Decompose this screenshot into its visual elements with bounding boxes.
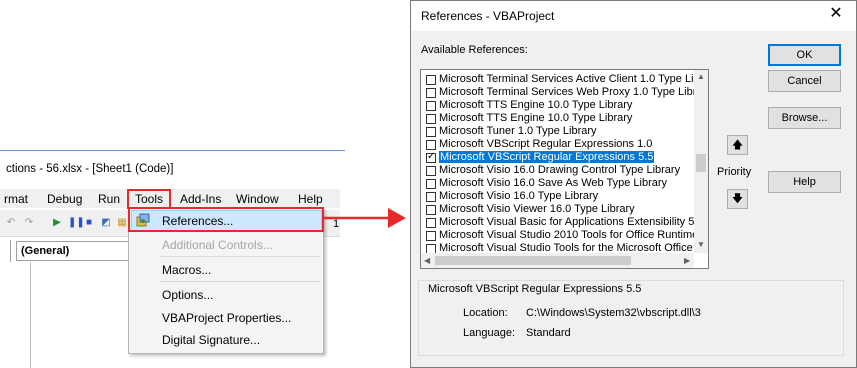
close-icon[interactable]: ✕ — [827, 5, 845, 23]
menu-help[interactable]: Help — [298, 192, 323, 206]
reference-label: Microsoft Terminal Services Active Clien… — [439, 73, 700, 85]
reference-label: Microsoft Visual Basic for Applications … — [439, 216, 704, 228]
design-mode-icon[interactable]: ◩ — [101, 218, 111, 228]
language-label: Language: — [463, 327, 515, 339]
menu-debug[interactable]: Debug — [47, 192, 82, 206]
reference-label: Microsoft Tuner 1.0 Type Library — [439, 125, 597, 137]
break-icon[interactable]: ❚❚ — [68, 218, 85, 228]
menu-separator — [160, 281, 320, 282]
project-explorer-icon[interactable]: ▦ — [117, 218, 127, 228]
reference-label: Microsoft TTS Engine 10.0 Type Library — [439, 99, 633, 111]
reference-checkbox[interactable] — [426, 179, 436, 189]
reference-checkbox[interactable] — [426, 151, 436, 163]
reset-icon[interactable]: ■ — [84, 218, 94, 228]
object-combo[interactable]: (General) — [16, 241, 134, 261]
priority-label: Priority — [717, 166, 752, 178]
help-button[interactable]: Help — [768, 171, 841, 193]
code-margin — [10, 262, 31, 368]
reference-checkbox[interactable] — [426, 114, 436, 124]
reference-checkbox[interactable] — [426, 231, 436, 241]
reference-checkbox[interactable] — [426, 192, 436, 202]
reference-checkbox[interactable] — [426, 88, 436, 98]
reference-label: Microsoft Visio 16.0 Drawing Control Typ… — [439, 164, 681, 176]
scroll-up-icon[interactable]: ▲ — [697, 72, 705, 82]
selected-reference-name: Microsoft VBScript Regular Expressions 5… — [428, 283, 642, 295]
horizontal-scroll-thumb[interactable] — [435, 256, 631, 265]
reference-label: Microsoft Terminal Services Web Proxy 1.… — [439, 86, 703, 98]
run-icon[interactable]: ▶ — [52, 218, 62, 228]
reference-label: Microsoft Visio Viewer 16.0 Type Library — [439, 203, 635, 215]
menu-item-options[interactable]: Options... — [162, 288, 213, 302]
scroll-right-icon[interactable]: ▶ — [684, 256, 690, 266]
language-value: Standard — [526, 327, 571, 339]
vbe-window-border — [0, 150, 345, 151]
scroll-left-icon[interactable]: ◀ — [424, 256, 430, 266]
reference-checkbox[interactable] — [426, 101, 436, 111]
reference-label: Microsoft Visual Studio 2010 Tools for O… — [439, 229, 699, 241]
reference-label: Microsoft VBScript Regular Expressions 5… — [439, 151, 655, 163]
menu-separator — [160, 256, 320, 257]
redo-icon[interactable]: ↷ — [24, 218, 34, 228]
vertical-scroll-thumb[interactable] — [696, 154, 706, 172]
reference-checkbox[interactable] — [426, 140, 436, 150]
reference-label: Microsoft VBScript Regular Expressions 1… — [439, 138, 653, 150]
references-highlight-box — [128, 207, 324, 232]
reference-checkbox[interactable] — [426, 205, 436, 215]
menu-format[interactable]: rmat — [4, 192, 28, 206]
red-arrow-icon — [324, 208, 406, 228]
menu-item-macros[interactable]: Macros... — [162, 263, 211, 277]
dialog-title: References - VBAProject — [421, 9, 555, 23]
ok-button[interactable]: OK — [768, 44, 841, 66]
reference-checkbox[interactable] — [426, 166, 436, 176]
arrow-up-icon: 🡅 — [731, 139, 744, 151]
reference-checkbox[interactable] — [426, 127, 436, 137]
priority-down-button[interactable]: 🡇 — [727, 189, 748, 209]
reference-checkbox[interactable] — [426, 218, 436, 228]
reference-checkbox[interactable] — [426, 75, 436, 85]
priority-up-button[interactable]: 🡅 — [727, 135, 748, 155]
undo-icon[interactable]: ↶ — [6, 218, 16, 228]
menu-addins[interactable]: Add-Ins — [180, 192, 221, 206]
location-label: Location: — [463, 307, 508, 319]
menu-window[interactable]: Window — [236, 192, 279, 206]
location-value: C:\Windows\System32\vbscript.dll\3 — [526, 307, 701, 319]
scroll-down-icon[interactable]: ▼ — [697, 240, 705, 250]
arrow-down-icon: 🡇 — [731, 193, 744, 205]
menu-item-digital-signature[interactable]: Digital Signature... — [162, 333, 260, 347]
menu-run[interactable]: Run — [98, 192, 120, 206]
cancel-button[interactable]: Cancel — [768, 70, 841, 92]
menu-item-additional-controls: Additional Controls... — [162, 238, 273, 252]
available-references-label: Available References: — [421, 44, 528, 56]
tools-highlight-box — [127, 189, 171, 209]
reference-label: Microsoft Visio 16.0 Save As Web Type Li… — [439, 177, 668, 189]
reference-label: Microsoft Visio 16.0 Type Library — [439, 190, 599, 202]
reference-label: Microsoft TTS Engine 10.0 Type Library — [439, 112, 633, 124]
browse-button[interactable]: Browse... — [768, 107, 841, 129]
menu-item-project-properties[interactable]: VBAProject Properties... — [162, 311, 291, 325]
vbe-window-title: ctions - 56.xlsx - [Sheet1 (Code)] — [6, 163, 174, 175]
